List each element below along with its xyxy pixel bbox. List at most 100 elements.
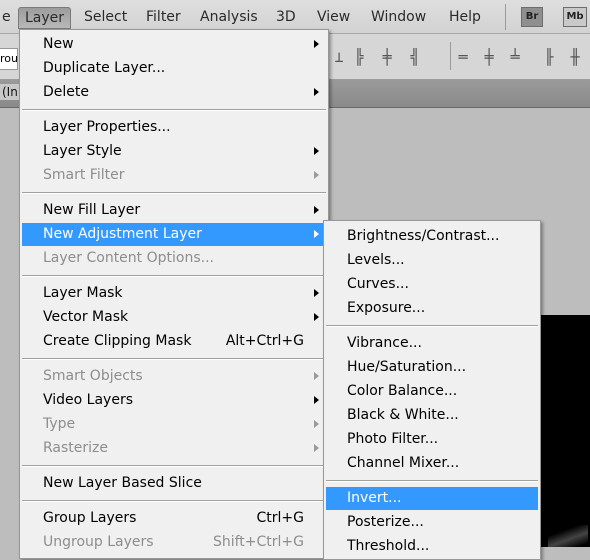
menu-window[interactable]: Window [365, 7, 432, 29]
menu-item-label: New Layer Based Slice [43, 475, 202, 491]
menu-item-label: Vector Mask [43, 309, 129, 325]
menu-help[interactable]: Help [443, 7, 487, 29]
menu-item-layer-mask[interactable]: Layer Mask [22, 282, 326, 305]
distribute-vertical-centers-icon[interactable]: ╪ [480, 46, 498, 68]
menu-item-duplicate-layer[interactable]: Duplicate Layer... [22, 57, 326, 80]
menu-item-hue-saturation[interactable]: Hue/Saturation... [326, 356, 538, 379]
distribute-bottom-edges-icon[interactable]: ╧ [506, 46, 524, 68]
options-input[interactable]: rou [0, 48, 18, 70]
menu-item-create-clipping-mask[interactable]: Create Clipping Mask Alt+Ctrl+G [22, 330, 326, 353]
align-horizontal-centers-icon[interactable]: ╪ [378, 46, 396, 68]
menu-item-label: Posterize... [347, 514, 424, 530]
submenu-arrow-icon [314, 372, 319, 380]
align-left-edges-icon[interactable]: ╠ [350, 46, 368, 68]
menu-item-label: New Fill Layer [43, 202, 141, 218]
menu-divider [22, 358, 326, 360]
menu-item-layer-properties[interactable]: Layer Properties... [22, 116, 326, 139]
align-bottom-edges-icon[interactable]: ⊥ [330, 46, 348, 68]
submenu-arrow-icon [314, 147, 319, 155]
menu-view[interactable]: View [311, 7, 356, 29]
submenu-arrow-icon [314, 396, 319, 404]
menu-item-layer-style[interactable]: Layer Style [22, 140, 326, 163]
distribute-horizontal-centers-icon[interactable]: ╫ [566, 46, 584, 68]
menu-item-label: Create Clipping Mask [43, 333, 192, 349]
menu-item-label: Threshold... [347, 538, 430, 554]
menu-item-new-layer-based-slice[interactable]: New Layer Based Slice [22, 472, 326, 495]
menu-item-shortcut: Ctrl+G [256, 510, 305, 526]
menu-3d[interactable]: 3D [270, 7, 302, 29]
menu-item-label: Layer Style [43, 143, 122, 159]
mini-bridge-button[interactable]: Mb [563, 7, 587, 27]
menu-item-levels[interactable]: Levels... [326, 249, 538, 272]
distribute-left-edges-icon[interactable]: ╟ [540, 46, 558, 68]
menu-item-color-balance[interactable]: Color Balance... [326, 380, 538, 403]
menu-item-new-adjustment-layer[interactable]: New Adjustment Layer [22, 223, 326, 246]
menu-item-exposure[interactable]: Exposure... [326, 297, 538, 320]
align-right-edges-icon[interactable]: ╣ [406, 46, 424, 68]
menu-item-video-layers[interactable]: Video Layers [22, 389, 326, 412]
menu-divider [22, 192, 326, 194]
menu-edit[interactable]: e [0, 7, 17, 29]
canvas-image-detail [548, 525, 588, 547]
layer-menu: New Duplicate Layer... Delete Layer Propert… [19, 29, 329, 559]
menu-item-label: Levels... [347, 252, 405, 268]
menu-item-group-layers[interactable]: Group Layers Ctrl+G [22, 507, 326, 530]
menu-item-label: Invert... [347, 490, 402, 506]
menu-item-label: Layer Content Options... [43, 250, 214, 266]
menu-select[interactable]: Select [78, 7, 133, 29]
menu-layer[interactable]: Layer [18, 7, 72, 29]
menu-item-label: Ungroup Layers [43, 534, 154, 550]
menu-item-label: Color Balance... [347, 383, 458, 399]
submenu-arrow-icon [314, 40, 319, 48]
menu-item-label: Curves... [347, 276, 409, 292]
document-canvas[interactable] [540, 315, 590, 547]
menu-item-vector-mask[interactable]: Vector Mask [22, 306, 326, 329]
menu-divider [22, 275, 326, 277]
menubar-divider [505, 4, 506, 30]
menu-item-label: Layer Mask [43, 285, 123, 301]
menu-item-vibrance[interactable]: Vibrance... [326, 332, 538, 355]
menu-item-curves[interactable]: Curves... [326, 273, 538, 296]
menu-item-posterize[interactable]: Posterize... [326, 511, 538, 534]
menu-item-photo-filter[interactable]: Photo Filter... [326, 428, 538, 451]
menu-item-label: Smart Objects [43, 368, 143, 384]
menu-item-label: Rasterize [43, 440, 109, 456]
menu-filter[interactable]: Filter [140, 7, 187, 29]
distribute-top-edges-icon[interactable]: ═ [454, 46, 472, 68]
menu-item-label: Exposure... [347, 300, 426, 316]
submenu-arrow-icon [314, 289, 319, 297]
menu-item-layer-content-options: Layer Content Options... [22, 247, 326, 270]
menu-item-channel-mixer[interactable]: Channel Mixer... [326, 452, 538, 475]
menu-item-label: Channel Mixer... [347, 455, 460, 471]
menu-item-label: Vibrance... [347, 335, 422, 351]
menu-item-brightness-contrast[interactable]: Brightness/Contrast... [326, 225, 538, 248]
menu-divider [22, 109, 326, 111]
menu-analysis[interactable]: Analysis [194, 7, 264, 29]
options-divider [450, 42, 451, 70]
menu-item-label: Video Layers [43, 392, 134, 408]
menu-item-label: Delete [43, 84, 89, 100]
document-tab[interactable]: (In [0, 84, 20, 100]
menu-item-rasterize: Rasterize [22, 437, 326, 460]
menu-item-label: New [43, 36, 74, 52]
menu-item-smart-objects: Smart Objects [22, 365, 326, 388]
menu-item-new[interactable]: New [22, 33, 326, 56]
menu-divider [326, 325, 538, 327]
submenu-arrow-icon [314, 420, 319, 428]
menu-item-label: Hue/Saturation... [347, 359, 467, 375]
menu-item-label: Brightness/Contrast... [347, 228, 500, 244]
menu-item-new-fill-layer[interactable]: New Fill Layer [22, 199, 326, 222]
menu-divider [22, 500, 326, 502]
submenu-arrow-icon [314, 313, 319, 321]
menu-item-label: Smart Filter [43, 167, 125, 183]
menu-divider [326, 480, 538, 482]
submenu-arrow-icon [314, 206, 319, 214]
menu-item-black-white[interactable]: Black & White... [326, 404, 538, 427]
menu-item-label: Black & White... [347, 407, 459, 423]
menu-item-delete[interactable]: Delete [22, 81, 326, 104]
new-adjustment-layer-submenu: Brightness/Contrast... Levels... Curves...… [323, 220, 541, 560]
bridge-button[interactable]: Br [521, 7, 543, 27]
menu-item-invert[interactable]: Invert... [326, 487, 538, 510]
submenu-arrow-icon [314, 88, 319, 96]
menu-item-label: New Adjustment Layer [43, 226, 202, 242]
